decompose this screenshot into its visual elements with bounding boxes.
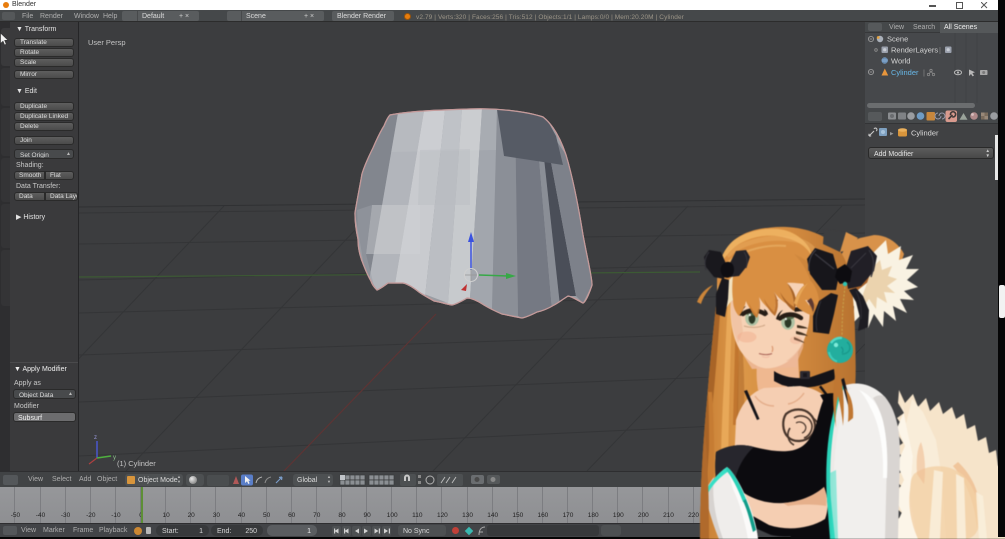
svg-text:|: |: [939, 46, 941, 55]
svg-text:World: World: [891, 57, 910, 66]
svg-text:z: z: [94, 435, 97, 441]
svg-text:(1) Cylinder: (1) Cylinder: [117, 459, 156, 468]
svg-text:Cylinder: Cylinder: [911, 129, 939, 138]
svg-text:|: |: [923, 68, 925, 77]
svg-text:▸: ▸: [890, 131, 894, 138]
svg-text:RenderLayers: RenderLayers: [891, 46, 938, 55]
svg-text:Scene: Scene: [887, 35, 908, 44]
svg-text:y: y: [113, 455, 116, 461]
svg-text:Cylinder: Cylinder: [891, 68, 919, 77]
svg-text:User Persp: User Persp: [88, 38, 126, 47]
